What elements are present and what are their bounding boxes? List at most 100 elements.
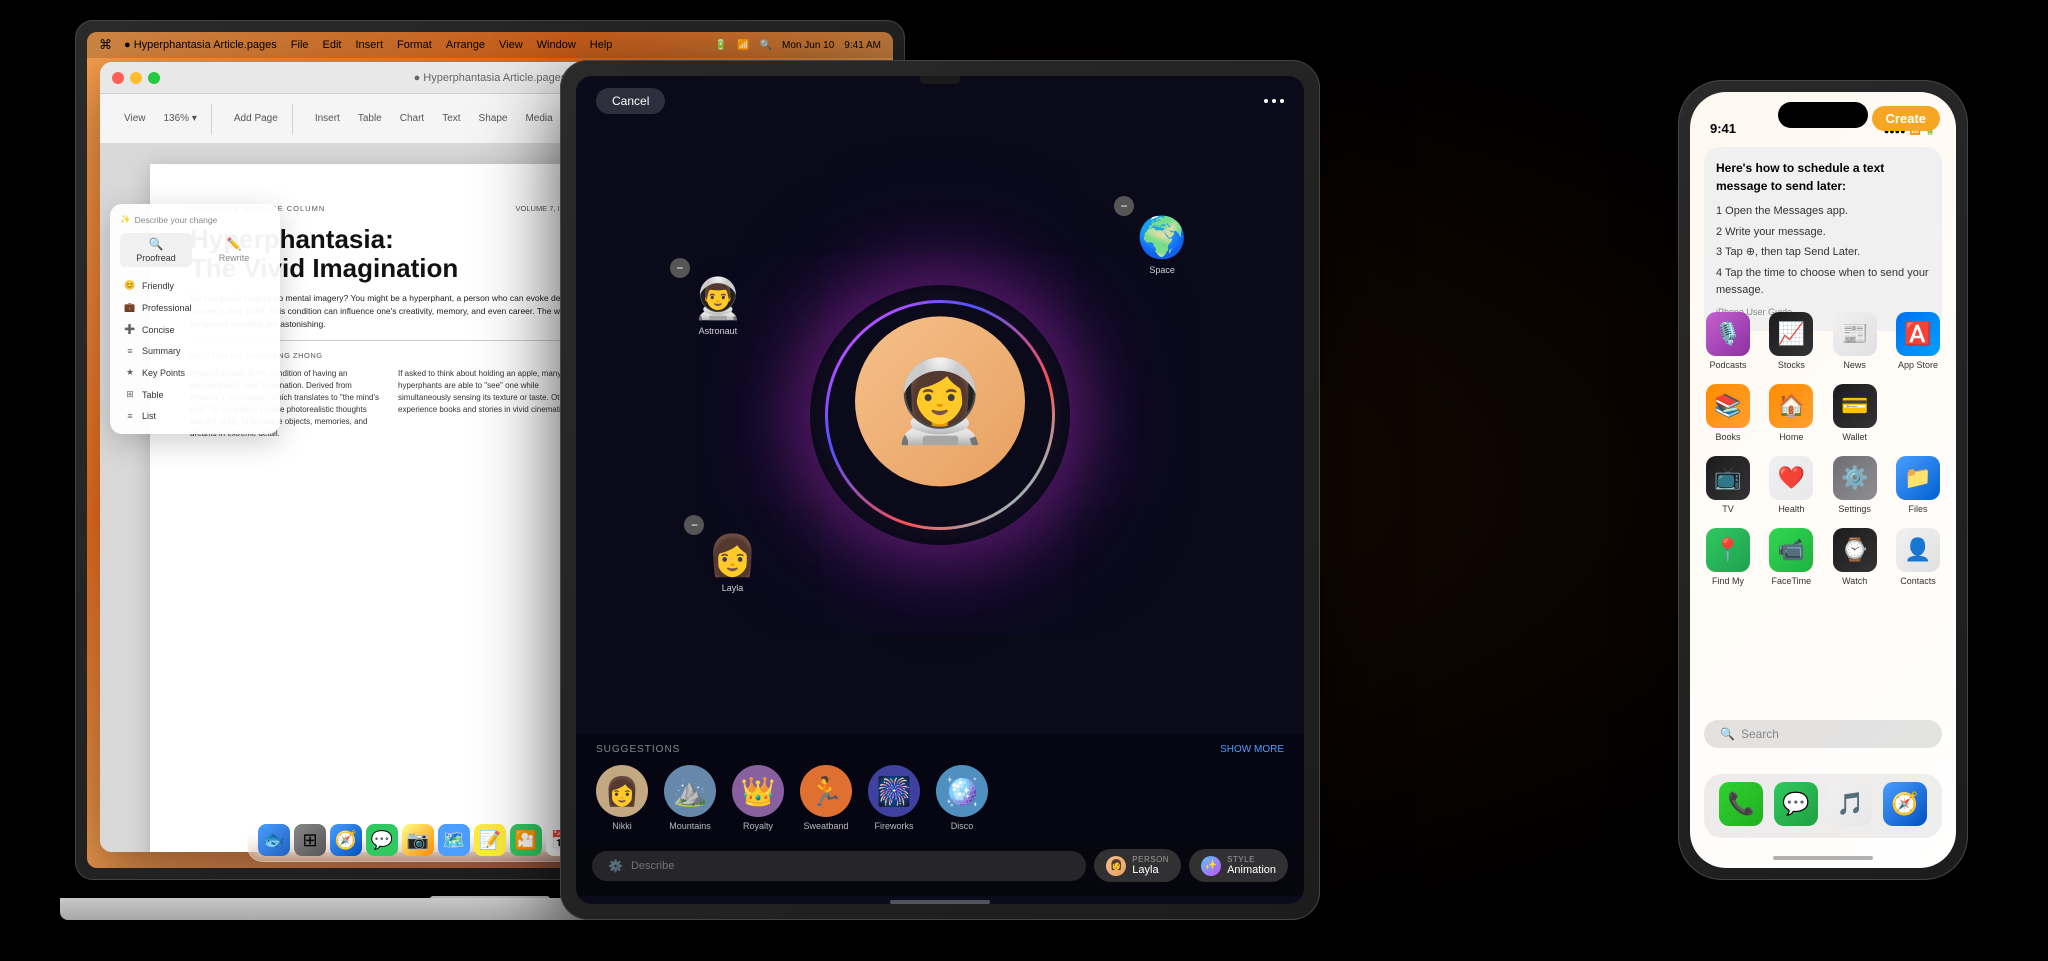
floating-emoji-astronaut[interactable]: − 👨‍🚀 Astronaut: [678, 266, 758, 346]
apple-menu-icon[interactable]: ⌘: [99, 37, 112, 53]
ai-option-list[interactable]: ≡ List: [120, 408, 270, 424]
minimize-button[interactable]: [130, 72, 142, 84]
toolbar-media-btn[interactable]: Media: [519, 111, 558, 126]
app-tv[interactable]: 📺 TV: [1702, 456, 1754, 514]
dock-safari[interactable]: 🧭: [1879, 782, 1931, 830]
app-files[interactable]: 📁 Files: [1892, 456, 1944, 514]
person-avatar: 👩: [1106, 856, 1126, 876]
menu-arrange[interactable]: Arrange: [446, 39, 485, 51]
dock-messages[interactable]: 💬: [366, 824, 398, 856]
toolbar-shape-btn[interactable]: Shape: [473, 111, 514, 126]
ai-option-keypoints[interactable]: ★ Key Points: [120, 364, 270, 381]
menu-view[interactable]: View: [499, 39, 523, 51]
ai-option-table[interactable]: ⊞ Table: [120, 386, 270, 403]
toolbar-addpage-btn[interactable]: Add Page: [228, 111, 284, 126]
toolbar-table-btn[interactable]: Table: [352, 111, 388, 126]
app-podcasts[interactable]: 🎙️ Podcasts: [1702, 312, 1754, 370]
ipad-screen: Cancel: [576, 76, 1304, 904]
app-contacts[interactable]: 👤 Contacts: [1892, 528, 1944, 586]
dock-messages[interactable]: 💬: [1770, 782, 1822, 830]
ai-option-summary[interactable]: ≡ Summary: [120, 343, 270, 359]
dock-notes[interactable]: 📝: [474, 824, 506, 856]
iphone-time: 9:41: [1710, 121, 1736, 136]
menu-window[interactable]: Window: [537, 39, 576, 51]
remove-astronaut-btn[interactable]: −: [670, 258, 690, 278]
suggestion-nikki[interactable]: 👩 Nikki: [596, 765, 648, 831]
suggestion-mountains[interactable]: ⛰️ Mountains: [664, 765, 716, 831]
app-settings[interactable]: ⚙️ Settings: [1829, 456, 1881, 514]
watch-label: Watch: [1842, 576, 1867, 586]
dock-launchpad[interactable]: ⊞: [294, 824, 326, 856]
dock-photos[interactable]: 📷: [402, 824, 434, 856]
app-wallet[interactable]: 💳 Wallet: [1829, 384, 1881, 442]
zoom-button[interactable]: [148, 72, 160, 84]
dock-music[interactable]: 🎵: [1824, 782, 1876, 830]
contacts-label: Contacts: [1900, 576, 1936, 586]
facetime-label: FaceTime: [1771, 576, 1811, 586]
app-home[interactable]: 🏠 Home: [1765, 384, 1817, 442]
app-news[interactable]: 📰 News: [1829, 312, 1881, 370]
app-health[interactable]: ❤️ Health: [1765, 456, 1817, 514]
books-label: Books: [1715, 432, 1740, 442]
app-watch[interactable]: ⌚ Watch: [1829, 528, 1881, 586]
facetime-icon: 📹: [1769, 528, 1813, 572]
app-appstore[interactable]: 🅰️ App Store: [1892, 312, 1944, 370]
toolbar-view-btn[interactable]: View: [118, 111, 152, 126]
app-stocks[interactable]: 📈 Stocks: [1765, 312, 1817, 370]
suggestion-disco[interactable]: 🪩 Disco: [936, 765, 988, 831]
suggestion-fireworks[interactable]: 🎆 Fireworks: [868, 765, 920, 831]
dock-maps[interactable]: 🗺️: [438, 824, 470, 856]
dock-finder[interactable]: 🐟: [258, 824, 290, 856]
iphone: 9:41 ●●●● 📶 🔋 Create Here's how to sched…: [1678, 80, 1968, 880]
menu-file[interactable]: File: [291, 39, 309, 51]
toolbar-text-btn[interactable]: Text: [436, 111, 466, 126]
app-row-4: 📍 Find My 📹 FaceTime ⌚ Watch 👤: [1702, 528, 1944, 586]
table-icon: ⊞: [124, 389, 136, 400]
ipad-menu-dots[interactable]: [1264, 99, 1284, 103]
toolbar-chart-btn[interactable]: Chart: [394, 111, 430, 126]
ai-option-professional[interactable]: 💼 Professional: [120, 299, 270, 316]
floating-emoji-space[interactable]: − 🌍 Space: [1122, 204, 1202, 284]
dock-phone[interactable]: 📞: [1715, 782, 1767, 830]
ai-panel-header: ✨ Describe your change: [120, 214, 270, 225]
podcasts-label: Podcasts: [1709, 360, 1746, 370]
show-more-button[interactable]: SHOW MORE: [1220, 744, 1284, 755]
floating-emoji-layla[interactable]: − 👩 Layla: [692, 523, 772, 603]
dot-2: [1272, 99, 1276, 103]
mac-menu-items: ● Hyperphantasia Article.pages File Edit…: [124, 39, 612, 51]
ipad-cancel-button[interactable]: Cancel: [596, 88, 665, 114]
ipad-person-tag[interactable]: 👩 PERSON Layla: [1094, 849, 1181, 882]
app-books[interactable]: 📚 Books: [1702, 384, 1754, 442]
iphone-create-button[interactable]: Create: [1872, 106, 1940, 131]
person-label: PERSON Layla: [1132, 855, 1169, 876]
dock-safari[interactable]: 🧭: [330, 824, 362, 856]
suggestion-royalty[interactable]: 👑 Royalty: [732, 765, 784, 831]
ipad-describe-input[interactable]: ⚙️ Describe: [592, 851, 1086, 881]
menu-pages[interactable]: ● Hyperphantasia Article.pages: [124, 39, 277, 51]
remove-layla-btn[interactable]: −: [684, 515, 704, 535]
ai-tab-rewrite[interactable]: ✏️ Rewrite: [198, 233, 270, 267]
ai-option-friendly[interactable]: 😊 Friendly: [120, 277, 270, 294]
remove-space-btn[interactable]: −: [1114, 196, 1134, 216]
menu-help[interactable]: Help: [590, 39, 613, 51]
main-emoji-face[interactable]: 👩‍🚀: [855, 316, 1025, 486]
ipad-style-tag[interactable]: ✨ STYLE Animation: [1189, 849, 1288, 882]
ai-option-concise[interactable]: ➕ Concise: [120, 321, 270, 338]
close-button[interactable]: [112, 72, 124, 84]
app-findmy[interactable]: 📍 Find My: [1702, 528, 1754, 586]
menu-search-icon[interactable]: 🔍: [760, 40, 772, 51]
suggestion-nikki-label: Nikki: [612, 821, 632, 831]
dock-facetime[interactable]: 🎦: [510, 824, 542, 856]
toolbar-zoom-btn[interactable]: 136% ▾: [158, 111, 203, 126]
menu-insert[interactable]: Insert: [356, 39, 384, 51]
menu-edit[interactable]: Edit: [323, 39, 342, 51]
suggestion-sweatband[interactable]: 🏃 Sweatband: [800, 765, 852, 831]
menu-format[interactable]: Format: [397, 39, 432, 51]
toolbar-insert-btn[interactable]: Insert: [309, 111, 346, 126]
app-facetime[interactable]: 📹 FaceTime: [1765, 528, 1817, 586]
ipad-content: Cancel: [576, 76, 1304, 904]
ipad-bottom-bar: ⚙️ Describe 👩 PERSON Layla ✨: [576, 841, 1304, 896]
ai-tab-proofread[interactable]: 🔍 Proofread: [120, 233, 192, 267]
iphone-search-bar[interactable]: 🔍 Search: [1704, 720, 1942, 748]
iphone-dock: 📞 💬 🎵 🧭: [1704, 774, 1942, 838]
